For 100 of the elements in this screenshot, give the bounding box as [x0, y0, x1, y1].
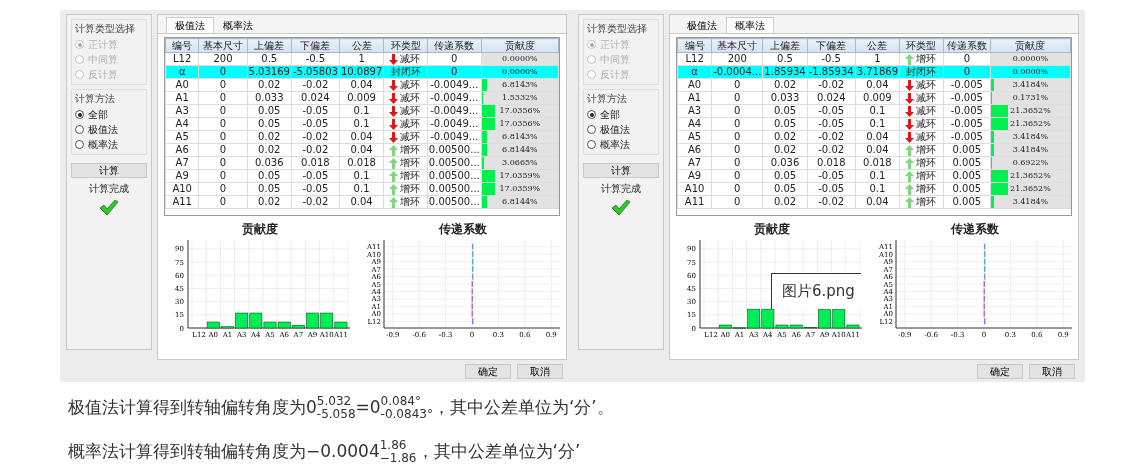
tab[interactable]: 极值法	[678, 17, 726, 33]
table-cell: 0.024	[291, 91, 340, 105]
table-cell: 0.009	[339, 91, 384, 105]
table-cell: L12	[165, 52, 199, 66]
table-cell: 0.033	[762, 91, 808, 105]
radio-button[interactable]	[75, 125, 84, 134]
radio-label[interactable]: 全部	[88, 107, 108, 122]
table-cell: 0	[198, 156, 248, 170]
tab[interactable]: 概率法	[726, 17, 774, 33]
table-cell: -0.02	[291, 130, 340, 144]
table-cell: 0.02	[247, 78, 292, 92]
tooltip: 图片6.png	[771, 273, 861, 309]
paragraph: 极值法计算得到转轴偏转角度为0$^{5.032}$$_{-5.058}$=0$^{0.084°}$$_{-0.0843°}$，其中公差单位为‘分’。	[68, 397, 614, 417]
table-cell: -0.005	[943, 91, 991, 105]
table-cell: 0.00500...	[427, 169, 482, 183]
table-cell: 0.018	[339, 156, 384, 170]
table-cell: 0	[198, 117, 248, 131]
chart-title: 传递系数	[951, 221, 999, 236]
dialog-button[interactable]: 确定	[465, 364, 511, 379]
calculate-button[interactable]: 计算	[583, 163, 659, 178]
contribution-value: 0.0000%	[502, 67, 538, 76]
table-cell: 0	[198, 195, 248, 209]
ring-type: 增环	[399, 170, 420, 182]
table-cell: A0	[677, 78, 712, 92]
contribution-value: 6.8143%	[502, 80, 538, 89]
dialog-button[interactable]: 取消	[517, 364, 563, 379]
radio-label[interactable]: 极值法	[600, 122, 630, 137]
table-cell: 0	[427, 52, 482, 66]
table-cell: -0.0049...	[427, 78, 482, 92]
table-cell: A4	[165, 117, 199, 131]
column-header: 编号	[165, 38, 199, 53]
radio-label[interactable]: 概率法	[88, 137, 118, 152]
radio-button[interactable]	[75, 140, 84, 149]
table-cell: 0	[198, 104, 248, 118]
table-cell: A10	[165, 182, 199, 196]
column-header: 环类型	[383, 38, 428, 53]
radio-label[interactable]: 概率法	[600, 137, 630, 152]
calculate-button[interactable]: 计算	[71, 163, 147, 178]
table-cell: A9	[165, 169, 199, 183]
dialog-button[interactable]: 取消	[1029, 364, 1075, 379]
table-cell: 0.1	[339, 104, 384, 118]
column-header: 下偏差	[291, 38, 340, 53]
table-cell: 0.05	[247, 104, 292, 118]
table-cell: 0.02	[762, 130, 808, 144]
table-cell: 0.04	[855, 143, 900, 157]
table-cell: -0.05	[291, 104, 340, 118]
radio-label[interactable]: 极值法	[88, 122, 118, 137]
table-cell: 0	[711, 195, 763, 209]
table-cell: 0.02	[247, 143, 292, 157]
table-cell: 0.02	[762, 195, 808, 209]
table-cell: 0.5	[762, 52, 808, 66]
ring-type: 增环	[399, 157, 420, 169]
table-cell: 0.036	[762, 156, 808, 170]
ring-type: 增环	[915, 183, 936, 195]
table-cell: 0	[198, 143, 248, 157]
table-cell: 0.02	[247, 195, 292, 209]
table-cell: 0.1	[855, 104, 900, 118]
ring-type: 减环	[399, 105, 420, 117]
radio-button[interactable]	[587, 140, 596, 149]
table-cell: 0.5	[247, 52, 292, 66]
table-cell: 0.05	[247, 169, 292, 183]
table-cell: 0.02	[247, 130, 292, 144]
ring-type: 减环	[399, 53, 420, 65]
table-cell: 0.05	[762, 117, 808, 131]
table-cell: -0.005	[943, 104, 991, 118]
contribution-value: 1.5332%	[502, 93, 538, 102]
table-cell: 0.04	[855, 195, 900, 209]
table-cell: -0.05	[291, 169, 340, 183]
radio-label[interactable]: 全部	[600, 107, 620, 122]
contribution-value: 0.0000%	[1012, 54, 1049, 63]
table-cell: A3	[677, 104, 712, 118]
contribution-value: 21.3652%	[1010, 184, 1051, 193]
table-cell: A4	[677, 117, 712, 131]
table-cell: 0.02	[762, 143, 808, 157]
table-cell: -0.005	[943, 117, 991, 131]
ring-type: 减环	[399, 131, 420, 143]
radio-button[interactable]	[587, 125, 596, 134]
table-cell: 0	[198, 130, 248, 144]
table-cell: 200	[198, 52, 248, 66]
column-header: 传递系数	[427, 38, 482, 53]
table-cell: -0.5	[807, 52, 856, 66]
column-header: 基本尺寸	[198, 38, 248, 53]
contribution-value: 21.3652%	[1010, 171, 1051, 180]
ring-type: 增环	[915, 144, 936, 156]
column-header: 公差	[855, 38, 900, 53]
radio-button[interactable]	[75, 110, 84, 119]
table-cell: 0	[711, 169, 763, 183]
radio-button[interactable]	[587, 110, 596, 119]
table-cell: 0	[198, 169, 248, 183]
table-cell: 0.1	[855, 169, 900, 183]
table-cell: -0.02	[807, 195, 856, 209]
contribution-value: 17.0356%	[499, 106, 541, 115]
tab[interactable]: 概率法	[214, 17, 262, 33]
contribution-value: 3.4184%	[1012, 80, 1049, 89]
table-cell: 0.005	[943, 156, 991, 170]
table-cell: 0.1	[339, 182, 384, 196]
table-cell: 0.009	[855, 91, 900, 105]
table-cell: A11	[165, 195, 199, 209]
dialog-button[interactable]: 确定	[977, 364, 1023, 379]
tab[interactable]: 极值法	[166, 17, 214, 33]
